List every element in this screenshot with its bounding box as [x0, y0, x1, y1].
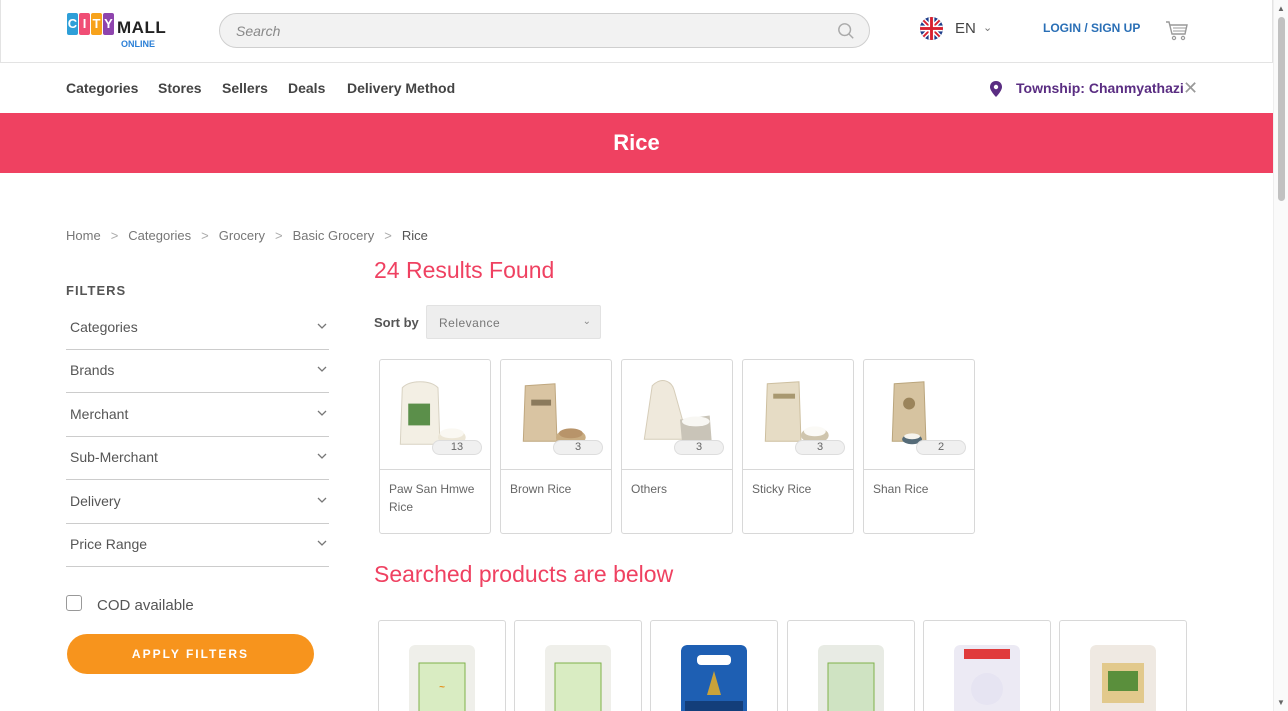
nav-deals[interactable]: Deals	[288, 80, 325, 96]
chevron-down-icon	[317, 323, 327, 329]
sort-label: Sort by	[374, 315, 419, 330]
breadcrumb-current: Rice	[401, 228, 428, 243]
language-selector[interactable]: EN ⌄	[920, 17, 1000, 41]
filter-label: Sub-Merchant	[70, 449, 158, 465]
filter-label: Price Range	[70, 536, 148, 552]
filters-heading: FILTERS	[66, 283, 127, 298]
product-card[interactable]	[923, 620, 1051, 711]
chevron-down-icon	[317, 410, 327, 416]
subcategory-count: 3	[674, 440, 724, 455]
rice-bag-image	[681, 645, 747, 711]
breadcrumb-separator: >	[274, 228, 283, 243]
apply-filters-button[interactable]: APPLY FILTERS	[67, 634, 314, 674]
filter-delivery[interactable]: Delivery	[66, 480, 329, 524]
subcategory-name: Sticky Rice	[752, 482, 812, 496]
subcategory-card-others[interactable]: 3 Others	[621, 359, 733, 534]
product-card[interactable]	[787, 620, 915, 711]
search-input[interactable]	[236, 21, 816, 41]
nav-sellers[interactable]: Sellers	[222, 80, 268, 96]
logo-online-text: ONLINE	[121, 39, 156, 49]
subcategory-count: 13	[432, 440, 482, 455]
filter-sub-merchant[interactable]: Sub-Merchant	[66, 436, 329, 480]
logo-letter: C	[67, 13, 78, 35]
breadcrumb-grocery[interactable]: Grocery	[219, 228, 265, 243]
product-card[interactable]	[650, 620, 778, 711]
page-title: Rice	[613, 130, 660, 155]
subcategory-count: 3	[795, 440, 845, 455]
product-card[interactable]	[514, 620, 642, 711]
rice-bag-image: ~	[409, 645, 475, 711]
close-icon[interactable]: ✕	[1183, 78, 1198, 99]
location-pin-icon	[990, 81, 1002, 97]
scroll-down-icon[interactable]: ▼	[1277, 698, 1285, 707]
search-bar	[219, 13, 870, 48]
township-label: Township: Chanmyathazi	[1016, 80, 1184, 96]
chevron-down-icon: ⌄	[582, 316, 591, 327]
subcategory-count: 2	[916, 440, 966, 455]
breadcrumb-basic-grocery[interactable]: Basic Grocery	[293, 228, 375, 243]
logo-letter: I	[79, 13, 90, 35]
chevron-down-icon	[317, 540, 327, 546]
product-card[interactable]	[1059, 620, 1187, 711]
sort-value: Relevance	[439, 316, 501, 330]
page-scrollbar[interactable]: ▲ ▼	[1273, 0, 1288, 711]
filter-label: Delivery	[70, 493, 121, 509]
nav-categories[interactable]: Categories	[66, 80, 138, 96]
login-signup-link[interactable]: LOGIN / SIGN UP	[1043, 21, 1140, 35]
filter-label: Merchant	[70, 406, 129, 422]
language-code: EN	[955, 20, 976, 37]
category-banner: Rice	[0, 113, 1273, 173]
nav-stores[interactable]: Stores	[158, 80, 202, 96]
subcategory-card-paw-san-hmwe[interactable]: 13 Paw San Hmwe Rice	[379, 359, 491, 534]
breadcrumb: Home > Categories > Grocery > Basic Groc…	[66, 228, 438, 243]
logo-mall-text: MALL	[117, 18, 167, 37]
filter-brands[interactable]: Brands	[66, 349, 329, 393]
chevron-down-icon	[317, 497, 327, 503]
breadcrumb-separator: >	[110, 228, 119, 243]
cod-checkbox[interactable]	[66, 595, 82, 611]
rice-bag-image	[954, 645, 1020, 711]
rice-bag-image	[545, 645, 611, 711]
breadcrumb-home[interactable]: Home	[66, 228, 101, 243]
subcategory-card-sticky-rice[interactable]: 3 Sticky Rice	[742, 359, 854, 534]
scrollbar-thumb[interactable]	[1278, 17, 1285, 201]
searched-products-heading: Searched products are below	[374, 561, 674, 587]
results-count-heading: 24 Results Found	[374, 257, 555, 283]
filter-label: Categories	[70, 319, 138, 335]
breadcrumb-separator: >	[201, 228, 209, 243]
search-icon[interactable]	[837, 22, 855, 40]
site-header: C I T Y MALL ONLINE EN ⌄ LOGIN / SIGN UP	[0, 0, 1273, 63]
rice-bag-image	[1090, 645, 1156, 711]
main-nav: Categories Stores Sellers Deals Delivery…	[0, 63, 1273, 113]
sort-select[interactable]: Relevance ⌄	[426, 305, 601, 339]
cod-label: COD available	[97, 597, 194, 614]
subcategory-name: Others	[631, 482, 668, 496]
product-card[interactable]: ~	[378, 620, 506, 711]
subcategory-card-brown-rice[interactable]: 3 Brown Rice	[500, 359, 612, 534]
subcategory-name: Shan Rice	[873, 482, 929, 496]
uk-flag-icon	[920, 17, 943, 40]
subcategory-name: Brown Rice	[510, 482, 572, 496]
subcategory-count: 3	[553, 440, 603, 455]
subcategory-name: Paw San Hmwe Rice	[389, 482, 475, 514]
logo-letter: T	[91, 13, 102, 35]
filter-categories[interactable]: Categories	[66, 306, 329, 350]
chevron-down-icon	[317, 453, 327, 459]
breadcrumb-categories[interactable]: Categories	[128, 228, 191, 243]
city-mall-logo[interactable]: C I T Y MALL ONLINE	[67, 13, 167, 49]
logo-letter: Y	[103, 13, 114, 35]
filter-merchant[interactable]: Merchant	[66, 393, 329, 437]
subcategory-card-shan-rice[interactable]: 2 Shan Rice	[863, 359, 975, 534]
rice-bag-image	[818, 645, 884, 711]
filter-price-range[interactable]: Price Range	[66, 523, 329, 567]
chevron-down-icon	[317, 366, 327, 372]
filter-label: Brands	[70, 362, 115, 378]
nav-delivery-method[interactable]: Delivery Method	[347, 80, 455, 96]
breadcrumb-separator: >	[384, 228, 392, 243]
cart-icon[interactable]	[1165, 18, 1189, 42]
svg-text:~: ~	[439, 682, 445, 693]
scroll-up-icon[interactable]: ▲	[1277, 4, 1285, 13]
chevron-down-icon: ⌄	[983, 22, 993, 34]
